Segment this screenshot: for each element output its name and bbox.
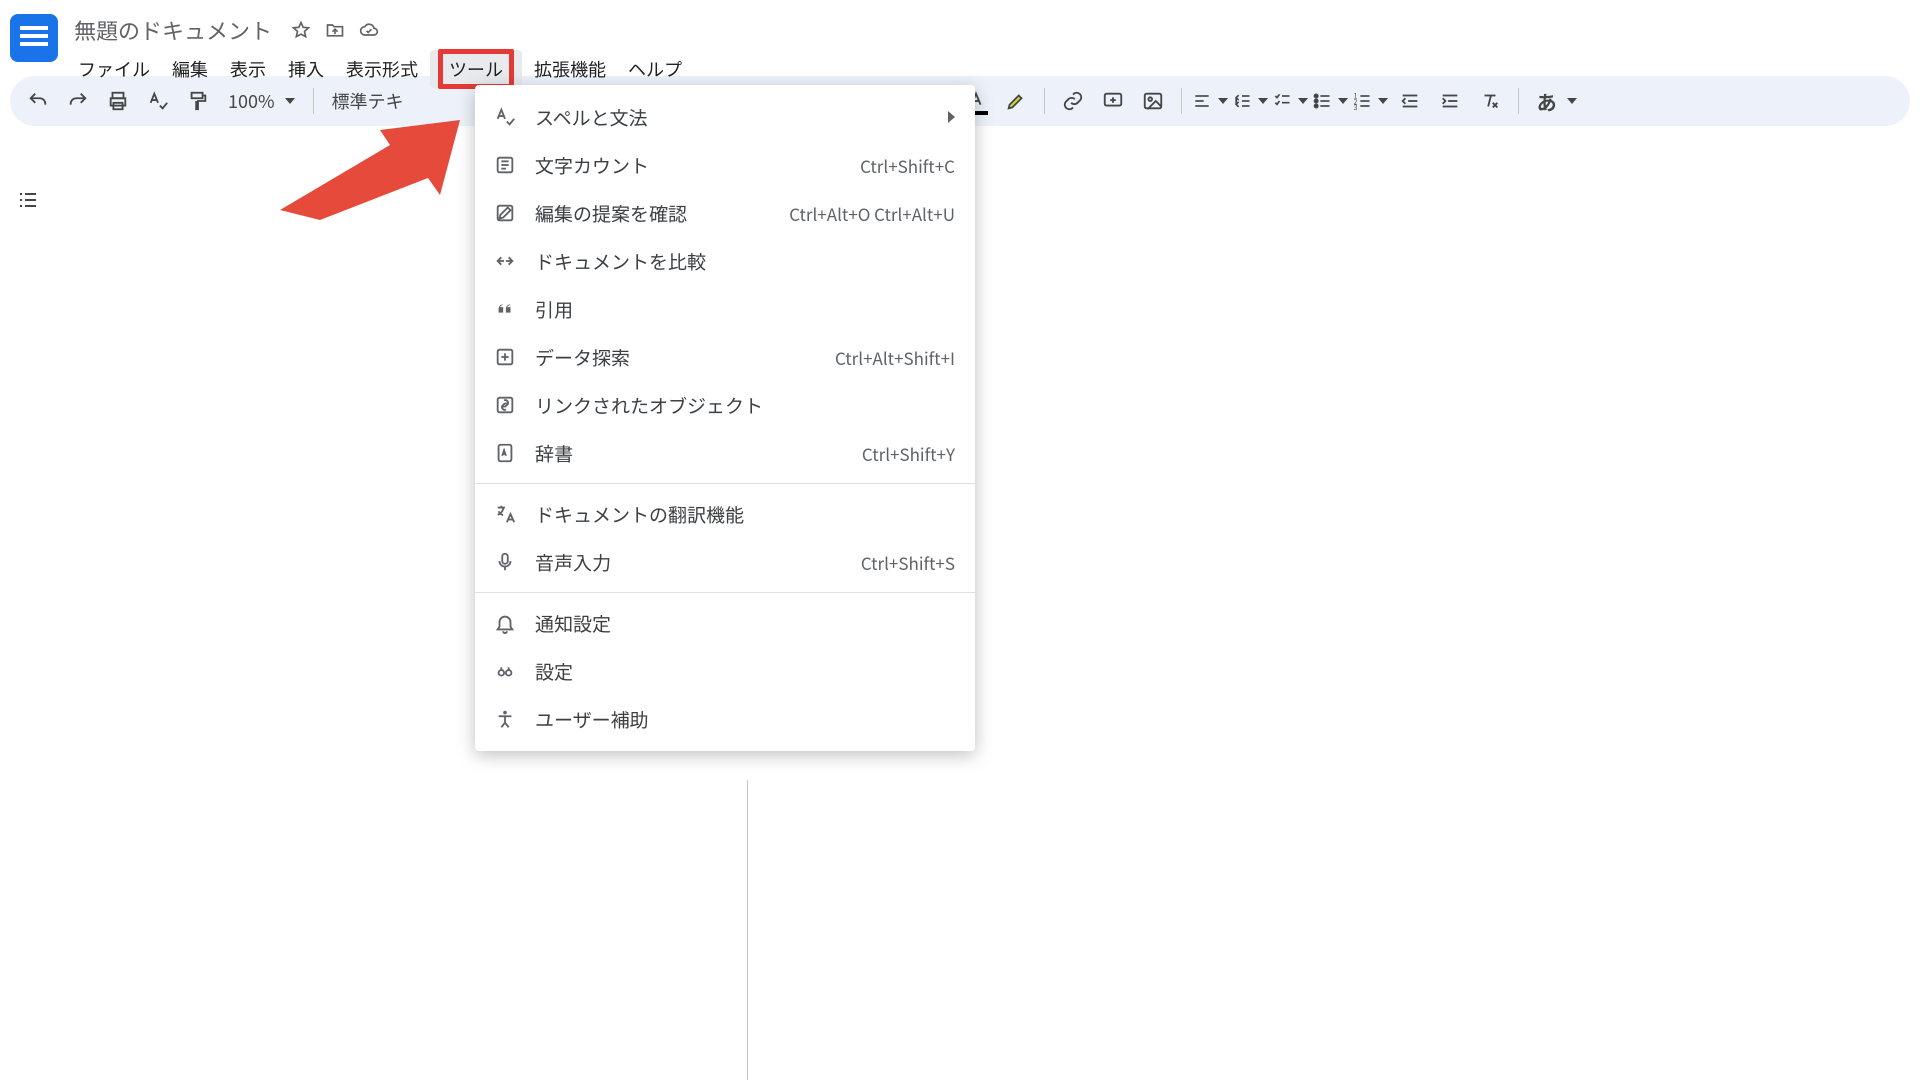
menu-item-label: 引用	[535, 296, 955, 323]
tools-menu-dropdown: スペルと文法 文字カウント Ctrl+Shift+C 編集の提案を確認 Ctrl…	[475, 85, 975, 751]
menu-accessibility[interactable]: ユーザー補助	[475, 695, 975, 743]
zoom-dropdown[interactable]: 100%	[220, 83, 303, 119]
separator	[313, 88, 314, 114]
menu-linked-objects[interactable]: リンクされたオブジェクト	[475, 381, 975, 429]
menu-item-label: データ探索	[535, 344, 835, 371]
dictionary-icon	[493, 441, 517, 465]
spellcheck-icon	[493, 105, 517, 129]
menu-item-label: ドキュメントを比較	[535, 248, 955, 275]
print-button[interactable]	[100, 83, 136, 119]
menu-item-shortcut: Ctrl+Shift+C	[860, 153, 955, 178]
menu-dictionary[interactable]: 辞書 Ctrl+Shift+Y	[475, 429, 975, 477]
translate-icon	[493, 502, 517, 526]
menu-compare-documents[interactable]: ドキュメントを比較	[475, 237, 975, 285]
cloud-saved-icon[interactable]	[358, 19, 380, 41]
annotation-arrow-icon	[280, 120, 460, 220]
doc-title-row: 無題のドキュメント	[68, 8, 692, 48]
input-mode-value: あ	[1537, 87, 1557, 116]
line-spacing-dropdown[interactable]	[1232, 83, 1268, 119]
doc-title[interactable]: 無題のドキュメント	[68, 12, 278, 48]
compare-icon	[493, 249, 517, 273]
menu-help[interactable]: ヘルプ	[618, 50, 692, 88]
menu-preferences[interactable]: 設定	[475, 647, 975, 695]
add-comment-button[interactable]	[1095, 83, 1131, 119]
menu-tools-highlight: ツール	[438, 49, 514, 89]
separator	[1181, 88, 1182, 114]
menu-translate[interactable]: ドキュメントの翻訳機能	[475, 490, 975, 538]
menu-spelling-grammar[interactable]: スペルと文法	[475, 93, 975, 141]
checklist-dropdown[interactable]	[1272, 83, 1308, 119]
increase-indent-button[interactable]	[1432, 83, 1468, 119]
spellcheck-button[interactable]	[140, 83, 176, 119]
page-left-edge	[747, 780, 748, 1080]
menu-item-label: 通知設定	[535, 610, 955, 637]
insert-image-button[interactable]	[1135, 83, 1171, 119]
menu-item-shortcut: Ctrl+Alt+O Ctrl+Alt+U	[789, 201, 955, 226]
numbered-list-dropdown[interactable]: 123	[1352, 83, 1388, 119]
separator	[1518, 88, 1519, 114]
separator	[1044, 88, 1045, 114]
star-icon[interactable]	[290, 19, 312, 41]
menu-item-shortcut: Ctrl+Alt+Shift+I	[835, 345, 955, 370]
menu-review-suggestions[interactable]: 編集の提案を確認 Ctrl+Alt+O Ctrl+Alt+U	[475, 189, 975, 237]
accessibility-icon	[493, 707, 517, 731]
title-bar: 無題のドキュメント ファイル 編集 表示 挿入 表示形式 ツール 拡張機能 ヘル…	[0, 0, 1920, 72]
zoom-value: 100%	[228, 88, 275, 114]
clear-formatting-button[interactable]	[1472, 83, 1508, 119]
menu-item-label: 音声入力	[535, 549, 861, 576]
review-suggestions-icon	[493, 201, 517, 225]
quote-icon	[493, 297, 517, 321]
svg-text:3: 3	[1353, 102, 1357, 112]
menu-item-label: 編集の提案を確認	[535, 200, 789, 227]
bulleted-list-dropdown[interactable]	[1312, 83, 1348, 119]
word-count-icon	[493, 153, 517, 177]
mic-icon	[493, 550, 517, 574]
bell-icon	[493, 611, 517, 635]
settings-icon	[493, 659, 517, 683]
input-mode-dropdown[interactable]: あ	[1529, 83, 1585, 119]
menu-notification-settings[interactable]: 通知設定	[475, 599, 975, 647]
menu-separator	[475, 592, 975, 593]
align-dropdown[interactable]	[1192, 83, 1228, 119]
insert-link-button[interactable]	[1055, 83, 1091, 119]
move-folder-icon[interactable]	[324, 19, 346, 41]
linked-objects-icon	[493, 393, 517, 417]
submenu-arrow-icon	[948, 111, 955, 123]
menu-item-label: 文字カウント	[535, 152, 860, 179]
menu-item-label: ユーザー補助	[535, 706, 955, 733]
menu-word-count[interactable]: 文字カウント Ctrl+Shift+C	[475, 141, 975, 189]
menu-item-label: リンクされたオブジェクト	[535, 392, 955, 419]
menu-extensions[interactable]: 拡張機能	[524, 50, 616, 88]
menu-item-label: 設定	[535, 658, 955, 685]
left-rail	[10, 182, 46, 218]
menu-item-label: 辞書	[535, 440, 862, 467]
menu-explore[interactable]: データ探索 Ctrl+Alt+Shift+I	[475, 333, 975, 381]
menu-tools[interactable]: ツール	[430, 50, 522, 88]
styles-dropdown[interactable]: 標準テキ	[324, 83, 412, 119]
undo-button[interactable]	[20, 83, 56, 119]
document-outline-button[interactable]	[10, 182, 46, 218]
redo-button[interactable]	[60, 83, 96, 119]
menu-item-label: ドキュメントの翻訳機能	[535, 501, 955, 528]
paint-format-button[interactable]	[180, 83, 216, 119]
menu-item-shortcut: Ctrl+Shift+S	[861, 550, 955, 575]
highlight-color-button[interactable]	[998, 83, 1034, 119]
menu-voice-typing[interactable]: 音声入力 Ctrl+Shift+S	[475, 538, 975, 586]
menu-item-label: スペルと文法	[535, 104, 936, 131]
explore-icon	[493, 345, 517, 369]
menu-item-shortcut: Ctrl+Shift+Y	[862, 441, 955, 466]
styles-value: 標準テキ	[332, 88, 404, 114]
menu-citation[interactable]: 引用	[475, 285, 975, 333]
docs-logo[interactable]	[10, 14, 58, 62]
menu-separator	[475, 483, 975, 484]
decrease-indent-button[interactable]	[1392, 83, 1428, 119]
